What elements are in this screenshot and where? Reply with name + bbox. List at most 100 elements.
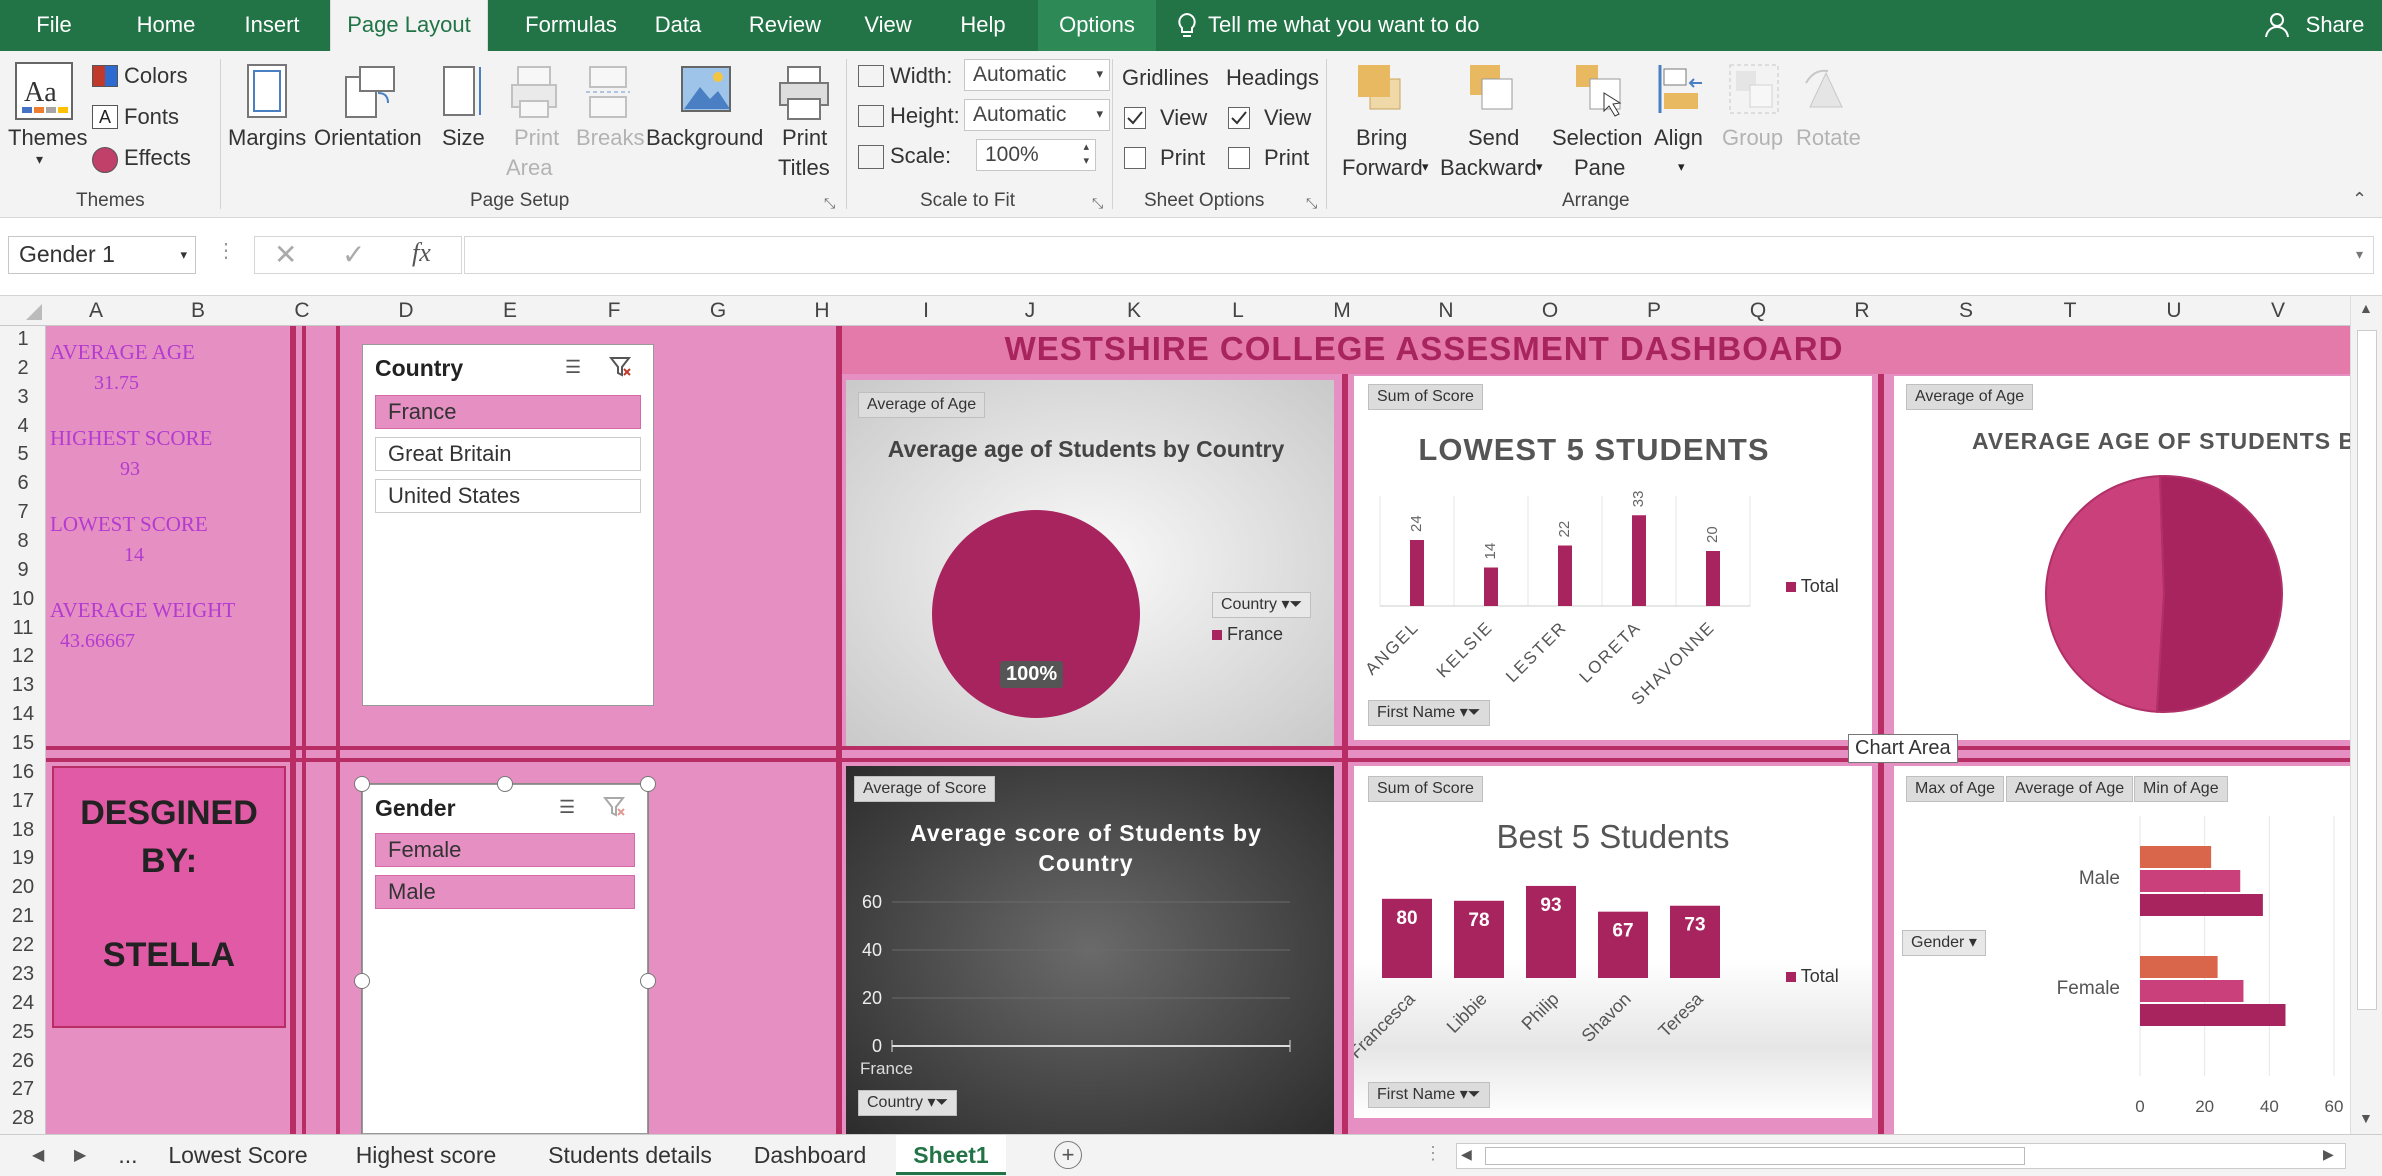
height-dropdown[interactable]: Automatic ▾ xyxy=(964,99,1110,131)
country-slicer[interactable]: Country ☰ France Great Britain United St… xyxy=(362,344,654,706)
row-header[interactable]: 1 xyxy=(0,328,46,351)
filter-button-country[interactable]: Country ▾⏷ xyxy=(1212,592,1312,618)
print-titles-button-line2[interactable]: Titles xyxy=(778,155,830,181)
column-header[interactable]: L xyxy=(1186,296,1290,326)
themes-dropdown-arrow[interactable]: ▾ xyxy=(36,151,43,168)
tab-view[interactable]: View xyxy=(858,0,918,51)
row-header[interactable]: 27 xyxy=(0,1078,46,1101)
row-header[interactable]: 7 xyxy=(0,501,46,524)
tab-file[interactable]: File xyxy=(22,0,86,51)
scroll-down-icon[interactable]: ▼ xyxy=(2359,1110,2373,1126)
expand-formula-icon[interactable]: ▾ xyxy=(2356,246,2363,263)
tab-insert[interactable]: Insert xyxy=(232,0,312,51)
scale-launcher-icon[interactable]: ⤡ xyxy=(1092,195,1103,212)
resize-handle[interactable] xyxy=(354,776,370,792)
column-header[interactable]: D xyxy=(354,296,458,326)
bring-forward-line1[interactable]: Bring xyxy=(1356,125,1407,151)
row-header[interactable]: 18 xyxy=(0,819,46,842)
tab-page-layout[interactable]: Page Layout xyxy=(330,0,488,51)
themes-button[interactable]: Themes xyxy=(8,125,87,151)
slicer-item-great-britain[interactable]: Great Britain xyxy=(375,437,641,471)
row-header[interactable]: 23 xyxy=(0,963,46,986)
resize-handle[interactable] xyxy=(640,776,656,792)
sheet-tab-lowest-score[interactable]: Lowest Score xyxy=(154,1135,322,1175)
row-header[interactable]: 13 xyxy=(0,674,46,697)
column-header[interactable]: K xyxy=(1082,296,1186,326)
share-user-icon[interactable] xyxy=(2264,12,2290,38)
slicer-item-united-states[interactable]: United States xyxy=(375,479,641,513)
row-header[interactable]: 3 xyxy=(0,386,46,409)
chart-age-by-gender[interactable]: Max of Age Average of Age Min of Age Gen… xyxy=(1894,766,2350,1134)
size-button[interactable]: Size xyxy=(442,125,485,151)
scrollbar-thumb[interactable] xyxy=(1485,1147,2025,1165)
colors-icon[interactable] xyxy=(92,65,118,87)
gridlines-print-checkbox[interactable] xyxy=(1124,147,1146,169)
headings-print-checkbox[interactable] xyxy=(1228,147,1250,169)
axis-button-first-name[interactable]: First Name ▾⏷ xyxy=(1368,1082,1490,1108)
column-header[interactable]: M xyxy=(1290,296,1394,326)
sheet-tab-dashboard[interactable]: Dashboard xyxy=(746,1135,874,1175)
gridlines-view-checkbox[interactable] xyxy=(1124,107,1146,129)
add-sheet-icon[interactable]: + xyxy=(1054,1141,1082,1169)
background-icon[interactable] xyxy=(680,65,732,115)
page-setup-launcher-icon[interactable]: ⤡ xyxy=(824,195,835,212)
row-header[interactable]: 2 xyxy=(0,357,46,380)
send-backward-line1[interactable]: Send xyxy=(1468,125,1519,151)
selection-pane-line1[interactable]: Selection xyxy=(1552,125,1643,151)
column-header[interactable]: P xyxy=(1602,296,1706,326)
column-header[interactable]: U xyxy=(2122,296,2226,326)
next-sheet-icon[interactable]: ▶ xyxy=(74,1145,86,1165)
column-header[interactable]: O xyxy=(1498,296,1602,326)
align-icon[interactable] xyxy=(1656,63,1708,115)
row-header[interactable]: 26 xyxy=(0,1050,46,1073)
row-header[interactable]: 12 xyxy=(0,645,46,668)
print-titles-icon[interactable] xyxy=(778,65,830,121)
column-header[interactable]: C xyxy=(250,296,354,326)
chart-best-5[interactable]: Sum of Score Best 5 Students 80 Francesca… xyxy=(1354,766,1872,1118)
sheet-tab-sheet1[interactable]: Sheet1 xyxy=(896,1135,1006,1175)
horizontal-scrollbar[interactable]: ◀ ▶ xyxy=(1456,1143,2346,1169)
row-header[interactable]: 21 xyxy=(0,905,46,928)
column-header[interactable]: R xyxy=(1810,296,1914,326)
dashboard-sheet[interactable]: AVERAGE AGE 31.75 HIGHEST SCORE 93 LOWES… xyxy=(46,326,2350,1134)
selection-pane-line2[interactable]: Pane xyxy=(1574,155,1625,181)
tab-options[interactable]: Options xyxy=(1038,0,1156,51)
row-header[interactable]: 8 xyxy=(0,530,46,553)
margins-button[interactable]: Margins xyxy=(228,125,306,151)
cancel-icon[interactable]: ✕ xyxy=(274,238,297,271)
row-header[interactable]: 14 xyxy=(0,703,46,726)
column-header[interactable]: E xyxy=(458,296,562,326)
scroll-up-icon[interactable]: ▲ xyxy=(2359,300,2373,316)
row-header[interactable]: 24 xyxy=(0,992,46,1015)
orientation-button[interactable]: Orientation xyxy=(314,125,422,151)
resize-handle[interactable] xyxy=(354,973,370,989)
column-header[interactable]: Q xyxy=(1706,296,1810,326)
print-titles-button-line1[interactable]: Print xyxy=(782,125,827,151)
column-header[interactable]: T xyxy=(2018,296,2122,326)
tab-data[interactable]: Data xyxy=(646,0,710,51)
row-header[interactable]: 22 xyxy=(0,934,46,957)
filter-button-country[interactable]: Country ▾⏷ xyxy=(858,1090,958,1116)
send-backward-line2[interactable]: Backward xyxy=(1440,155,1537,181)
column-header[interactable]: B xyxy=(146,296,250,326)
size-icon[interactable] xyxy=(440,63,484,119)
chart-lowest-5[interactable]: Sum of Score LOWEST 5 STUDENTS 24 ANGEL 14… xyxy=(1354,376,1872,740)
headings-view-checkbox[interactable] xyxy=(1228,107,1250,129)
column-header[interactable]: N xyxy=(1394,296,1498,326)
background-button[interactable]: Background xyxy=(646,125,763,151)
row-header[interactable]: 28 xyxy=(0,1107,46,1130)
column-header[interactable]: G xyxy=(666,296,770,326)
sheet-tab-students-details[interactable]: Students details xyxy=(528,1135,732,1175)
name-box[interactable]: Gender 1 ▾ xyxy=(8,236,196,274)
chart-avg-age-gender[interactable]: Average of Age AVERAGE AGE OF STUDENTS B… xyxy=(1894,376,2350,740)
share-button[interactable]: Share xyxy=(2300,0,2370,51)
row-header[interactable]: 5 xyxy=(0,443,46,466)
spinner-arrows-icon[interactable]: ▴ ▾ xyxy=(1083,140,1089,168)
column-header[interactable]: J xyxy=(978,296,1082,326)
row-header[interactable]: 6 xyxy=(0,472,46,495)
sheet-options-launcher-icon[interactable]: ⤡ xyxy=(1306,195,1317,212)
enter-icon[interactable]: ✓ xyxy=(342,238,365,271)
clear-filter-icon[interactable] xyxy=(609,355,633,379)
scroll-left-icon[interactable]: ◀ xyxy=(1461,1146,1472,1163)
effects-button[interactable]: Effects xyxy=(124,145,191,171)
